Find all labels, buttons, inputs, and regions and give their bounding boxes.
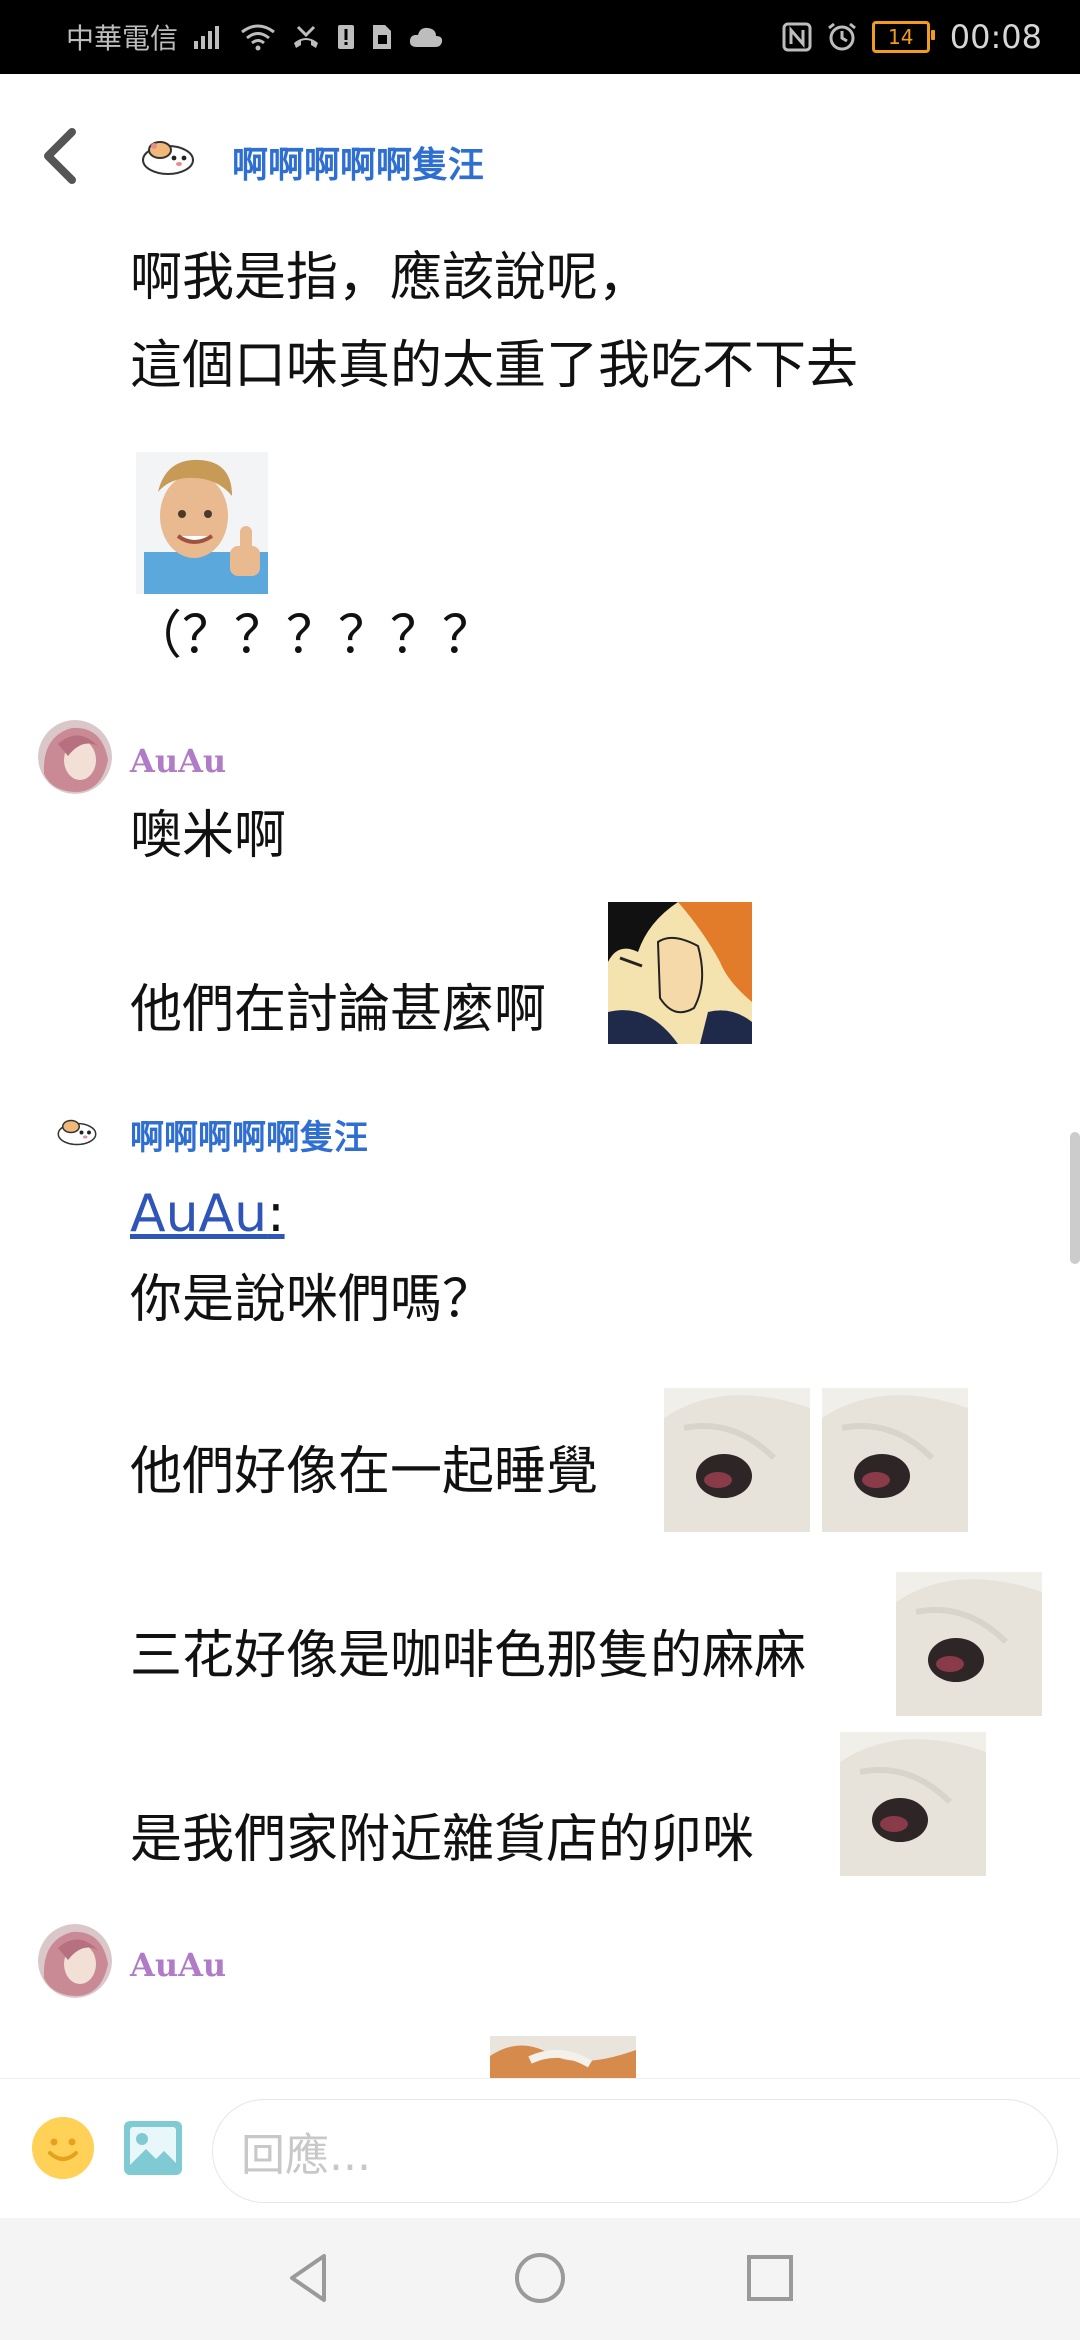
auau-avatar[interactable] (38, 720, 112, 794)
cloud-icon (409, 27, 443, 47)
nav-home-icon[interactable] (510, 2248, 570, 2308)
image-upload-icon[interactable] (122, 2119, 184, 2177)
seal-sticker[interactable] (822, 1388, 968, 1532)
alert-icon (338, 25, 355, 49)
author-name[interactable]: AuAu (130, 1946, 226, 1984)
signal-icon (194, 26, 220, 49)
seal-sticker[interactable] (840, 1732, 986, 1876)
battery-level: 14 (888, 25, 914, 49)
nfc-icon (782, 22, 812, 52)
system-nav-bar (0, 2218, 1080, 2340)
hamster-avatar-icon[interactable] (56, 1116, 98, 1146)
message-text: 是我們家附近雜貨店的卯咪 (130, 1810, 755, 1870)
nav-recents-icon[interactable] (740, 2248, 800, 2308)
mention-link[interactable]: AuAu: (130, 1184, 285, 1244)
seal-sticker[interactable] (896, 1572, 1042, 1716)
author-name[interactable]: 啊啊啊啊啊隻汪 (130, 1110, 368, 1159)
chat-header: 啊啊啊啊啊隻汪 (0, 74, 1080, 214)
reply-input[interactable]: 回應... (212, 2099, 1058, 2203)
clock: 00:08 (949, 18, 1042, 56)
message-text: 他們好像在一起睡覺 (130, 1442, 599, 1502)
back-arrow-icon[interactable] (38, 126, 82, 186)
hamster-avatar-icon (142, 141, 194, 175)
message-text: 噢米啊 (130, 806, 287, 866)
mention-name[interactable]: AuAu (130, 1184, 267, 1244)
emoji-button-icon[interactable] (32, 2117, 94, 2179)
nav-back-icon[interactable] (280, 2248, 340, 2308)
missed-call-icon (294, 25, 319, 48)
mention-colon: : (267, 1184, 285, 1244)
battery-icon: 14 (871, 21, 935, 53)
facepalm-anime-sticker[interactable] (608, 902, 752, 1044)
message-text: 啊我是指，應該說呢， (130, 248, 651, 308)
wifi-icon (241, 24, 275, 51)
reply-composer: 回應... (0, 2078, 1080, 2219)
alarm-icon (827, 22, 856, 51)
chat-title[interactable]: 啊啊啊啊啊隻汪 (232, 136, 484, 188)
message-text: （？？？？？？ (130, 606, 495, 666)
seal-sticker[interactable] (664, 1388, 810, 1532)
thumbs-up-guy-sticker[interactable] (136, 452, 268, 594)
message-text: 你是說咪們嗎？ (130, 1270, 495, 1330)
message-text: 三花好像是咖啡色那隻的麻麻 (130, 1626, 807, 1686)
auau-avatar[interactable] (38, 1924, 112, 1998)
message-text: 這個口味真的太重了我吃不下去 (130, 336, 859, 396)
message-text: 他們在討論甚麼啊 (130, 980, 547, 1040)
cat-photo-thumbnail[interactable] (490, 2036, 636, 2078)
scrollbar-thumb[interactable] (1070, 1132, 1080, 1264)
sim-icon (373, 25, 392, 49)
carrier-label: 中華電信 (66, 22, 179, 55)
status-bar: 中華電信 14 00:08 (0, 0, 1080, 74)
author-name[interactable]: AuAu (130, 742, 226, 780)
